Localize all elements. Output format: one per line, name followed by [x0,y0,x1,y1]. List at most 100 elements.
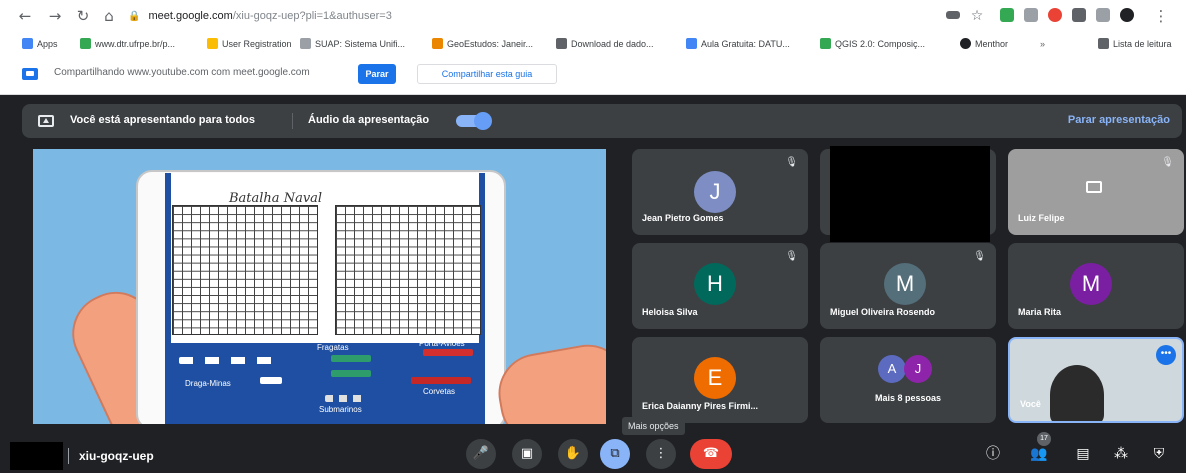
mic-off-icon: 🎙 [1161,157,1174,168]
meeting-code: xiu-goqz-uep [79,449,154,463]
star-icon[interactable]: ☆ [968,7,986,25]
participant-name: Jean Pietro Gomes [642,213,724,223]
screen-share-icon [22,68,38,80]
game-board-left [172,205,318,335]
more-people-tile[interactable]: A J Mais 8 pessoas [820,337,996,423]
sharing-text: Compartilhando www.youtube.com com meet.… [54,67,310,78]
bookmark-item[interactable]: GeoEstudos: Janeir... [432,37,533,51]
microphone-button[interactable]: 🎤 [466,439,496,469]
url-host: meet.google.com [148,10,233,22]
bookmark-item[interactable]: QGIS 2.0: Composiç... [820,37,925,51]
ships-panel: Fragatas Porta-Aviões Draga-Minas Corvet… [165,339,485,424]
reading-list-icon [1098,38,1109,49]
people-icon[interactable]: 👥 [1028,443,1050,465]
participant-name: Luiz Felipe [1018,213,1065,223]
apps-icon [22,38,33,49]
draga-minas-label: Draga-Minas [185,379,231,388]
frigate-ship [331,355,371,362]
participant-tile[interactable]: M Maria Rita [1008,243,1184,329]
presenting-text: Você está apresentando para todos [70,114,256,126]
bookmark-favicon [300,38,311,49]
reload-icon[interactable]: ↻ [74,7,92,25]
presentation-audio-toggle[interactable] [456,112,492,130]
corvette-ships [411,377,471,384]
present-button[interactable]: ⧉ [600,439,630,469]
camera-indicator-icon[interactable] [946,11,960,19]
game-screen: Batalha Naval Fragatas Porta-Aviões Drag… [165,173,485,424]
extension-icon[interactable] [1024,8,1038,22]
bookmark-item[interactable]: SUAP: Sistema Unifi... [300,37,405,51]
activities-icon[interactable]: ⁂ [1110,443,1132,465]
extension-icon[interactable] [1048,8,1062,22]
corvetas-label: Corvetas [423,387,456,396]
more-options-button[interactable]: ⋮ [646,439,676,469]
share-this-tab-button[interactable]: Compartilhar esta guia [417,64,557,84]
menu-dots-icon[interactable]: ⋮ [1152,7,1170,25]
host-controls-icon[interactable]: ⛨ [1148,443,1170,465]
participant-tile[interactable]: E Erica Daianny Pires Firmi... [632,337,808,423]
aircraft-carrier-ship [423,349,473,356]
tooltip: Mais opções [622,417,685,435]
address-bar[interactable]: 🔒 meet.google.com/xiu-goqz-uep?pli=1&auth… [128,5,928,27]
self-video [1050,365,1104,421]
participant-avatar: E [694,357,736,399]
more-options-icon[interactable]: ••• [1156,345,1176,365]
bookmark-favicon [80,38,91,49]
redacted-time [10,442,63,470]
raise-hand-button[interactable]: ✋ [558,439,588,469]
submarine-ships [325,395,365,402]
bookmark-item[interactable]: Download de dado... [556,37,654,51]
bookmark-item[interactable]: Apps [22,37,58,51]
mic-off-icon: 🎙 [785,157,798,168]
bookmark-item[interactable]: User Registration [207,37,292,51]
participant-tile[interactable]: 🎙 Luiz Felipe [1008,149,1184,235]
participant-tile[interactable]: M 🎙 Miguel Oliveira Rosendo [820,243,996,329]
home-icon[interactable]: ⌂ [100,7,118,25]
right-hand-illustration [492,338,606,424]
participant-avatar: A [878,355,906,383]
fragatas-label: Fragatas [317,343,349,352]
bookmark-favicon [432,38,443,49]
back-icon[interactable]: ← [16,7,34,25]
participant-name: Heloisa Silva [642,307,698,317]
porta-avioes-label: Porta-Aviões [419,339,465,348]
self-view-tile[interactable]: ••• Você [1008,337,1184,423]
participant-name: Miguel Oliveira Rosendo [830,307,936,317]
bookmark-item[interactable]: www.dtr.ufrpe.br/p... [80,37,175,51]
puzzle-icon[interactable] [1072,8,1086,22]
stop-presenting-button[interactable]: Parar apresentação [1068,114,1170,126]
bookmark-item[interactable]: Menthor [960,37,1008,51]
participant-tile[interactable]: H 🎙 Heloisa Silva [632,243,808,329]
presentation-view: Batalha Naval Fragatas Porta-Aviões Drag… [33,149,606,424]
frigate-ship [331,370,371,377]
drive-extension-icon[interactable] [1000,8,1014,22]
minesweeper-ship [260,377,282,384]
reading-list[interactable]: Lista de leitura [1098,37,1172,51]
bookmark-item[interactable]: Aula Gratuita: DATU... [686,37,790,51]
participant-tile[interactable]: J 🎙 Jean Pietro Gomes [632,149,808,235]
leave-call-button[interactable]: ☎ [690,439,732,469]
chat-icon[interactable]: ▤ [1072,443,1094,465]
bookmarks-bar: Apps www.dtr.ufrpe.br/p... User Registra… [0,33,1186,55]
camera-off-icon [1086,181,1102,193]
divider [292,113,293,129]
mic-off-icon: 🎙 [785,251,798,262]
meeting-details-icon[interactable]: ⓘ [982,443,1004,465]
participant-name: Você [1020,399,1041,409]
stop-sharing-button[interactable]: Parar [358,64,396,84]
divider [68,448,69,464]
profile-avatar-icon[interactable] [1120,8,1134,22]
participant-avatar: J [904,355,932,383]
participant-avatar: H [694,263,736,305]
game-title: Batalha Naval [229,191,323,206]
camera-button[interactable]: ▣ [512,439,542,469]
submarinos-label: Submarinos [319,405,362,414]
bookmark-favicon [960,38,971,49]
meet-window: Você está apresentando para todos Áudio … [0,96,1186,473]
more-bookmarks-icon[interactable]: » [1040,37,1045,51]
present-icon [38,115,54,127]
bookmark-favicon [686,38,697,49]
forward-icon[interactable]: → [46,7,64,25]
reading-list-icon[interactable] [1096,8,1110,22]
participant-avatar: M [1070,263,1112,305]
